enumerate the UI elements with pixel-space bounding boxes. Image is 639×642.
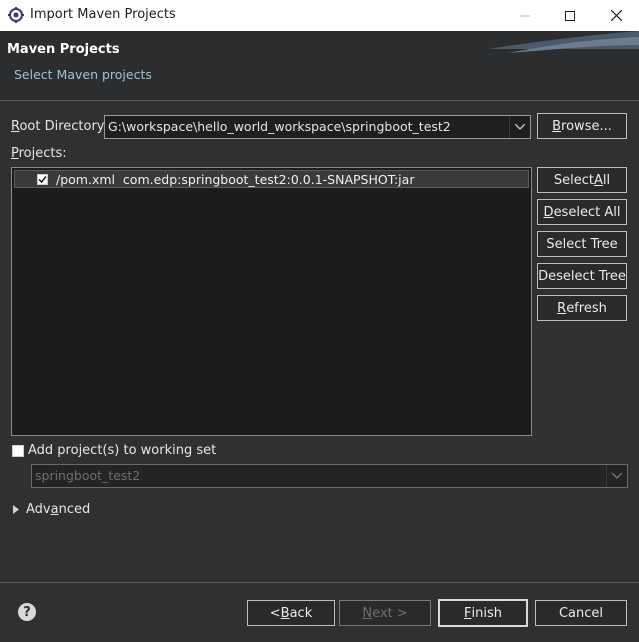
working-set-checkbox[interactable]: [12, 445, 24, 457]
import-maven-dialog: Import Maven Projects Maven Projects Sel…: [0, 0, 639, 642]
chevron-right-icon[interactable]: [13, 505, 19, 514]
footer-divider: [0, 582, 639, 583]
browse-button[interactable]: Browse...: [537, 113, 627, 139]
tree-row[interactable]: /pom.xml com.edp:springboot_test2:0.0.1-…: [14, 170, 529, 188]
maximize-icon: [565, 10, 575, 21]
projects-tree[interactable]: /pom.xml com.edp:springboot_test2:0.0.1-…: [11, 167, 532, 436]
deselect-tree-button[interactable]: Deselect Tree: [537, 263, 627, 289]
minimize-icon: [520, 15, 530, 16]
close-icon: [610, 10, 622, 21]
eclipse-gear-icon: [8, 7, 24, 23]
project-row-text: /pom.xml com.edp:springboot_test2:0.0.1-…: [56, 172, 415, 187]
select-all-button[interactable]: Select All: [537, 167, 627, 193]
close-button[interactable]: [593, 0, 639, 31]
maximize-button[interactable]: [547, 0, 593, 31]
project-checkbox[interactable]: [37, 174, 48, 185]
window-title: Import Maven Projects: [30, 7, 176, 22]
advanced-section-toggle[interactable]: Advanced: [26, 502, 90, 517]
deselect-all-button[interactable]: Deselect All: [537, 199, 627, 225]
root-directory-value: G:\workspace\hello_world_workspace\sprin…: [108, 119, 451, 134]
projects-label: Projects:: [11, 146, 67, 161]
refresh-button[interactable]: Refresh: [537, 295, 627, 321]
page-description: Select Maven projects: [14, 67, 152, 82]
chevron-down-icon[interactable]: [606, 465, 627, 487]
finish-button[interactable]: Finish: [438, 599, 528, 627]
banner-divider: [0, 100, 639, 101]
wizard-banner: Maven Projects Select Maven projects: [0, 31, 639, 101]
cancel-button[interactable]: Cancel: [535, 600, 627, 626]
page-title: Maven Projects: [7, 42, 120, 57]
select-tree-button[interactable]: Select Tree: [537, 231, 627, 257]
chevron-down-icon[interactable]: [509, 116, 530, 138]
title-bar[interactable]: Import Maven Projects: [0, 0, 639, 31]
minimize-button[interactable]: [502, 0, 548, 31]
root-directory-combo[interactable]: G:\workspace\hello_world_workspace\sprin…: [104, 115, 531, 139]
next-button[interactable]: Next >: [339, 600, 431, 626]
help-icon[interactable]: ?: [18, 603, 36, 621]
check-icon: [38, 176, 47, 184]
root-directory-label: Root Directory:: [11, 119, 108, 134]
banner-swoosh-graphic: [489, 31, 639, 53]
working-set-label: Add project(s) to working set: [28, 443, 217, 458]
working-set-value: springboot_test2: [35, 468, 141, 483]
working-set-combo[interactable]: springboot_test2: [31, 464, 628, 488]
back-button[interactable]: < Back: [247, 600, 335, 626]
